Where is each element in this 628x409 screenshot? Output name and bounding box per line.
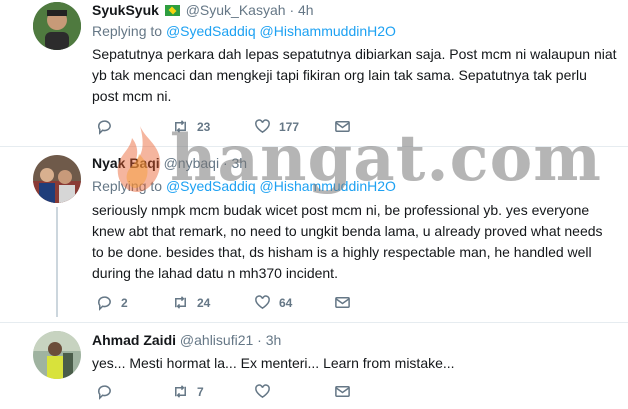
dm-button[interactable] bbox=[334, 118, 351, 135]
retweet-count: 23 bbox=[197, 119, 211, 134]
reply-icon bbox=[98, 296, 111, 311]
tweet-header: Ahmad Zaidi @ahlisufi21 · 3h bbox=[92, 332, 281, 348]
display-name[interactable]: Ahmad Zaidi bbox=[92, 332, 176, 348]
separator: · bbox=[257, 332, 262, 348]
like-count: 64 bbox=[279, 295, 293, 310]
like-button[interactable] bbox=[254, 383, 271, 400]
tweet-text: yes... Mesti hormat la... Ex menteri... … bbox=[92, 355, 455, 371]
mention-link[interactable]: @HishammuddinH2O bbox=[260, 23, 396, 39]
timestamp[interactable]: 3h bbox=[232, 155, 248, 171]
dm-button[interactable] bbox=[334, 383, 351, 400]
reply-button[interactable]: 2 bbox=[96, 294, 128, 311]
tweet-1[interactable]: SyukSyuk @Syuk_Kasyah · 4h Replying to @… bbox=[0, 0, 628, 146]
reply-icon bbox=[98, 120, 111, 135]
separator: · bbox=[289, 2, 295, 18]
mention-link[interactable]: @SyedSaddiq bbox=[166, 178, 256, 194]
avatar[interactable] bbox=[33, 155, 81, 203]
mention-link[interactable]: @HishammuddinH2O bbox=[260, 178, 396, 194]
reply-count: 2 bbox=[121, 295, 128, 310]
retweet-button[interactable]: 7 bbox=[172, 383, 204, 400]
avatar[interactable] bbox=[33, 2, 81, 50]
retweet-count: 24 bbox=[197, 295, 211, 310]
heart-icon bbox=[255, 119, 270, 134]
dm-button[interactable] bbox=[334, 294, 351, 311]
username[interactable]: @ahlisufi21 bbox=[180, 332, 253, 348]
thread-line bbox=[56, 207, 58, 317]
reply-button[interactable] bbox=[96, 383, 113, 400]
reply-button[interactable] bbox=[96, 118, 113, 135]
mail-icon bbox=[335, 386, 350, 397]
replying-to: Replying to @SyedSaddiq @HishammuddinH2O bbox=[92, 23, 396, 39]
replying-to: Replying to @SyedSaddiq @HishammuddinH2O bbox=[92, 178, 396, 194]
tweet-header: SyukSyuk @Syuk_Kasyah · 4h bbox=[92, 2, 314, 18]
reply-icon bbox=[98, 385, 111, 400]
retweet-icon bbox=[175, 296, 186, 309]
retweet-count: 7 bbox=[197, 384, 204, 399]
heart-icon bbox=[255, 384, 270, 399]
separator: · bbox=[222, 155, 228, 171]
display-name[interactable]: Nyak Baqi bbox=[92, 155, 160, 171]
display-name[interactable]: SyukSyuk bbox=[92, 2, 159, 18]
like-button[interactable]: 177 bbox=[254, 118, 299, 135]
heart-icon bbox=[255, 295, 270, 310]
avatar-image bbox=[33, 2, 81, 50]
brazil-flag-icon bbox=[164, 5, 180, 16]
tweet-text: Sepatutnya perkara dah lepas sepatutnya … bbox=[92, 46, 617, 104]
like-button[interactable]: 64 bbox=[254, 294, 292, 311]
mail-icon bbox=[335, 121, 350, 132]
tweet-header: Nyak Baqi @nybaqi · 3h bbox=[92, 155, 247, 171]
like-count: 177 bbox=[279, 119, 300, 134]
tweet-3[interactable]: Ahmad Zaidi @ahlisufi21 · 3h yes... Mest… bbox=[0, 323, 628, 409]
replying-prefix: Replying to bbox=[92, 23, 163, 39]
retweet-icon bbox=[175, 385, 186, 398]
username[interactable]: @Syuk_Kasyah bbox=[186, 2, 286, 18]
tweet-2[interactable]: Nyak Baqi @nybaqi · 3h Replying to @Syed… bbox=[0, 147, 628, 321]
avatar-image bbox=[33, 155, 81, 203]
mail-icon bbox=[335, 297, 350, 308]
avatar[interactable] bbox=[33, 331, 81, 379]
timestamp[interactable]: 4h bbox=[298, 2, 314, 18]
username[interactable]: @nybaqi bbox=[164, 155, 219, 171]
retweet-button[interactable]: 23 bbox=[172, 118, 210, 135]
avatar-image bbox=[33, 331, 81, 379]
timestamp[interactable]: 3h bbox=[266, 332, 282, 348]
replying-prefix: Replying to bbox=[92, 178, 163, 194]
retweet-icon bbox=[175, 120, 186, 133]
retweet-button[interactable]: 24 bbox=[172, 294, 210, 311]
tweet-text: seriously nmpk mcm budak wicet post mcm … bbox=[92, 202, 603, 281]
mention-link[interactable]: @SyedSaddiq bbox=[166, 23, 256, 39]
